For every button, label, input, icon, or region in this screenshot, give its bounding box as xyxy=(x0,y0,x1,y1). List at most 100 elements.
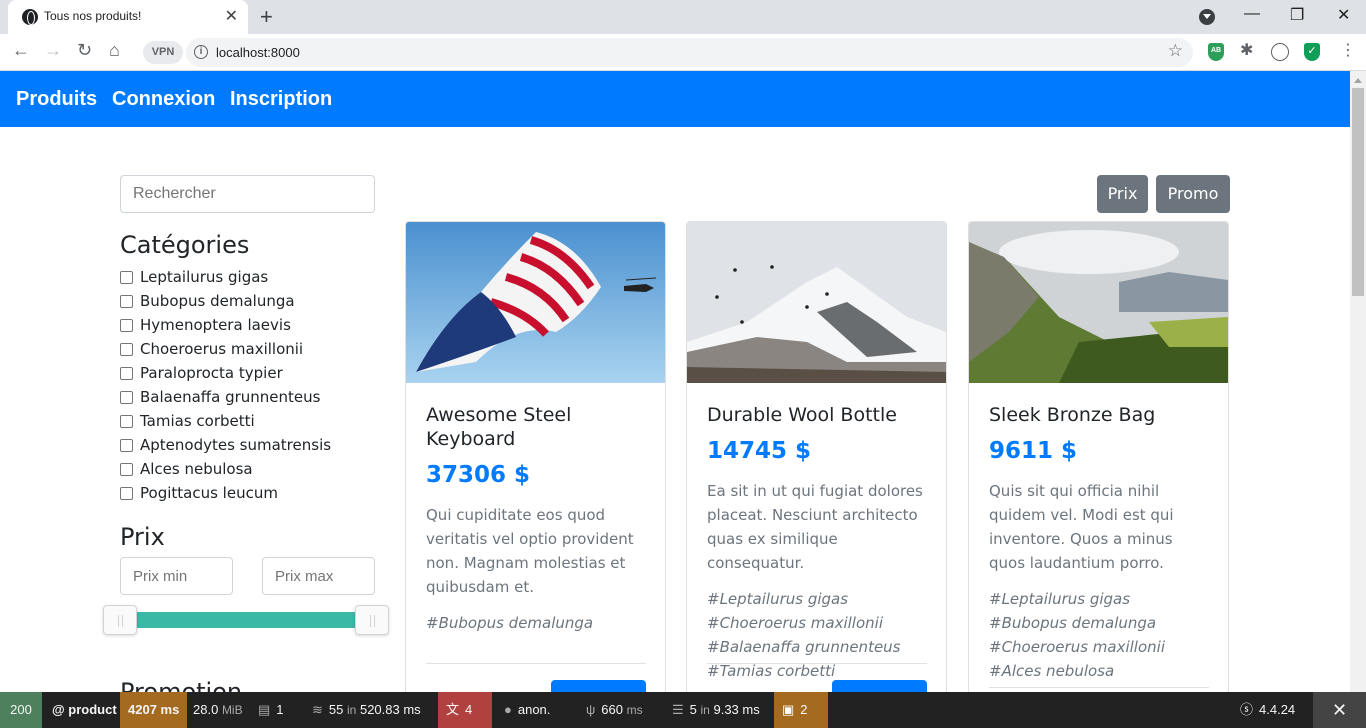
category-checkbox[interactable] xyxy=(120,270,133,284)
category-label: Paraloprocta typier xyxy=(140,364,283,382)
cache-count: 55 xyxy=(328,702,344,717)
slider-min-handle[interactable] xyxy=(103,605,137,635)
new-tab-button[interactable]: + xyxy=(260,4,273,30)
forms-count: 1 xyxy=(276,702,284,717)
minimize-button[interactable]: — xyxy=(1244,5,1260,23)
sort-promo-button[interactable]: Promo xyxy=(1156,175,1230,213)
symfony-version[interactable]: ⓢ 4.4.24 xyxy=(1232,692,1303,728)
product-price: 14745 $ xyxy=(707,438,812,464)
slider-max-handle[interactable] xyxy=(355,605,389,635)
product-tags: #Bubopus demalunga xyxy=(426,614,594,632)
sort-price-button[interactable]: Prix xyxy=(1097,175,1148,213)
nav-link-connexion[interactable]: Connexion xyxy=(112,88,215,111)
category-item[interactable]: Paraloprocta typier xyxy=(120,361,331,385)
bookmark-star-icon[interactable]: ☆ xyxy=(1168,41,1183,61)
page-scrollbar[interactable] xyxy=(1350,71,1366,692)
category-item[interactable]: Pogittacus leucum xyxy=(120,481,331,505)
category-item[interactable]: Leptailurus gigas xyxy=(120,265,331,289)
cache-panel[interactable]: ≋ 55 in 520.83 ms xyxy=(304,692,429,728)
database-icon: ☰ xyxy=(672,702,684,717)
scroll-up-arrow-icon[interactable] xyxy=(1354,74,1362,83)
info-icon[interactable]: i xyxy=(194,45,208,59)
category-checkbox[interactable] xyxy=(120,366,133,380)
tab-search-icon[interactable] xyxy=(1199,9,1215,25)
category-checkbox[interactable] xyxy=(120,318,133,332)
product-card[interactable]: Awesome Steel Keyboard 37306 $ Qui cupid… xyxy=(405,221,666,701)
nav-link-produits[interactable]: Produits xyxy=(16,88,97,111)
price-range-slider[interactable] xyxy=(120,612,374,628)
translation-panel[interactable]: 文4 xyxy=(438,692,492,728)
browser-menu-icon[interactable]: ⋮ xyxy=(1340,40,1356,59)
cache-time: 520.83 ms xyxy=(359,702,421,717)
vpn-badge[interactable]: VPN xyxy=(143,41,183,64)
category-checkbox[interactable] xyxy=(120,342,133,356)
status-code-badge[interactable]: 200 xyxy=(0,692,42,728)
product-card[interactable]: Durable Wool Bottle 14745 $ Ea sit in ut… xyxy=(686,221,947,701)
product-title[interactable]: Awesome Steel Keyboard xyxy=(426,403,646,451)
product-card-body: Awesome Steel Keyboard 37306 $ Qui cupid… xyxy=(426,403,646,635)
price-max-input[interactable] xyxy=(262,557,375,595)
memory-unit: MiB xyxy=(221,703,243,717)
category-checkbox[interactable] xyxy=(120,294,133,308)
product-image-mountain[interactable] xyxy=(687,222,946,383)
category-checkbox[interactable] xyxy=(120,462,133,476)
cache-in: in xyxy=(347,703,357,717)
category-label: Choeroerus maxillonii xyxy=(140,340,304,358)
search-input[interactable] xyxy=(120,175,375,213)
back-icon[interactable]: ← xyxy=(12,40,30,61)
browser-tab-strip: Tous nos produits! ✕ + — ❐ ✕ xyxy=(0,0,1366,34)
address-bar[interactable]: i localhost:8000 ☆ xyxy=(186,38,1193,67)
product-image-flag[interactable] xyxy=(406,222,665,383)
category-item[interactable]: Choeroerus maxillonii xyxy=(120,337,331,361)
product-title[interactable]: Sleek Bronze Bag xyxy=(989,403,1209,427)
close-window-button[interactable]: ✕ xyxy=(1337,5,1350,25)
security-panel[interactable]: ● anon. xyxy=(496,692,558,728)
price-min-input[interactable] xyxy=(120,557,233,595)
category-item[interactable]: Tamias corbetti xyxy=(120,409,331,433)
nav-link-inscription[interactable]: Inscription xyxy=(230,88,332,111)
forward-icon[interactable]: → xyxy=(44,40,62,61)
product-image-valley[interactable] xyxy=(969,222,1228,383)
symfony-logo-icon: ⓢ xyxy=(1240,702,1254,717)
category-label: Leptailurus gigas xyxy=(140,268,269,286)
url-text[interactable]: localhost:8000 xyxy=(216,45,300,60)
category-item[interactable]: Balaenaffa grunnenteus xyxy=(120,385,331,409)
restore-button[interactable]: ❐ xyxy=(1290,5,1304,25)
route-name[interactable]: @ product xyxy=(44,692,125,728)
category-item[interactable]: Hymenoptera laevis xyxy=(120,313,331,337)
adblock-extension-icon[interactable]: AB xyxy=(1208,43,1224,61)
product-description: Qui cupiditate eos quod veritatis vel op… xyxy=(426,506,634,596)
category-label: Tamias corbetti xyxy=(140,412,255,430)
close-tab-icon[interactable]: ✕ xyxy=(225,6,238,26)
version-number: 4.4.24 xyxy=(1259,702,1296,717)
globe-icon xyxy=(22,9,38,25)
category-checkbox[interactable] xyxy=(120,414,133,428)
scrollbar-thumb[interactable] xyxy=(1352,88,1364,296)
twig-icon: ψ xyxy=(586,702,596,717)
category-item[interactable]: Bubopus demalunga xyxy=(120,289,331,313)
database-panel[interactable]: ☰ 5 in 9.33 ms xyxy=(664,692,768,728)
browser-tab[interactable]: Tous nos produits! ✕ xyxy=(8,0,248,34)
browser-toolbar: ← → ↻ ⌂ VPN i localhost:8000 ☆ AB ✱ ✓ ⋮ xyxy=(0,34,1366,71)
close-toolbar-icon[interactable]: ✕ xyxy=(1313,692,1366,728)
shield-extension-icon[interactable]: ✓ xyxy=(1304,43,1320,61)
extensions-puzzle-icon[interactable]: ✱ xyxy=(1240,40,1256,59)
memory-usage[interactable]: 28.0 MiB xyxy=(185,692,251,728)
category-checkbox[interactable] xyxy=(120,438,133,452)
category-item[interactable]: Aptenodytes sumatrensis xyxy=(120,433,331,457)
reload-icon[interactable]: ↻ xyxy=(77,40,92,61)
home-icon[interactable]: ⌂ xyxy=(109,40,120,61)
twig-panel[interactable]: ψ 660 ms xyxy=(578,692,651,728)
product-tags: #Leptailurus gigas #Bubopus demalunga #C… xyxy=(989,590,1165,680)
product-card[interactable]: Sleek Bronze Bag 9611 $ Quis sit qui off… xyxy=(968,221,1229,701)
logs-panel[interactable]: ▣ 2 xyxy=(774,692,828,728)
category-checkbox[interactable] xyxy=(120,390,133,404)
category-label: Pogittacus leucum xyxy=(140,484,278,502)
product-title[interactable]: Durable Wool Bottle xyxy=(707,403,927,427)
category-checkbox[interactable] xyxy=(120,486,133,500)
forms-panel[interactable]: ▤ 1 xyxy=(250,692,292,728)
category-label: Alces nebulosa xyxy=(140,460,253,478)
profile-icon[interactable] xyxy=(1271,43,1289,61)
category-item[interactable]: Alces nebulosa xyxy=(120,457,331,481)
request-time[interactable]: 4207 ms xyxy=(120,692,188,728)
